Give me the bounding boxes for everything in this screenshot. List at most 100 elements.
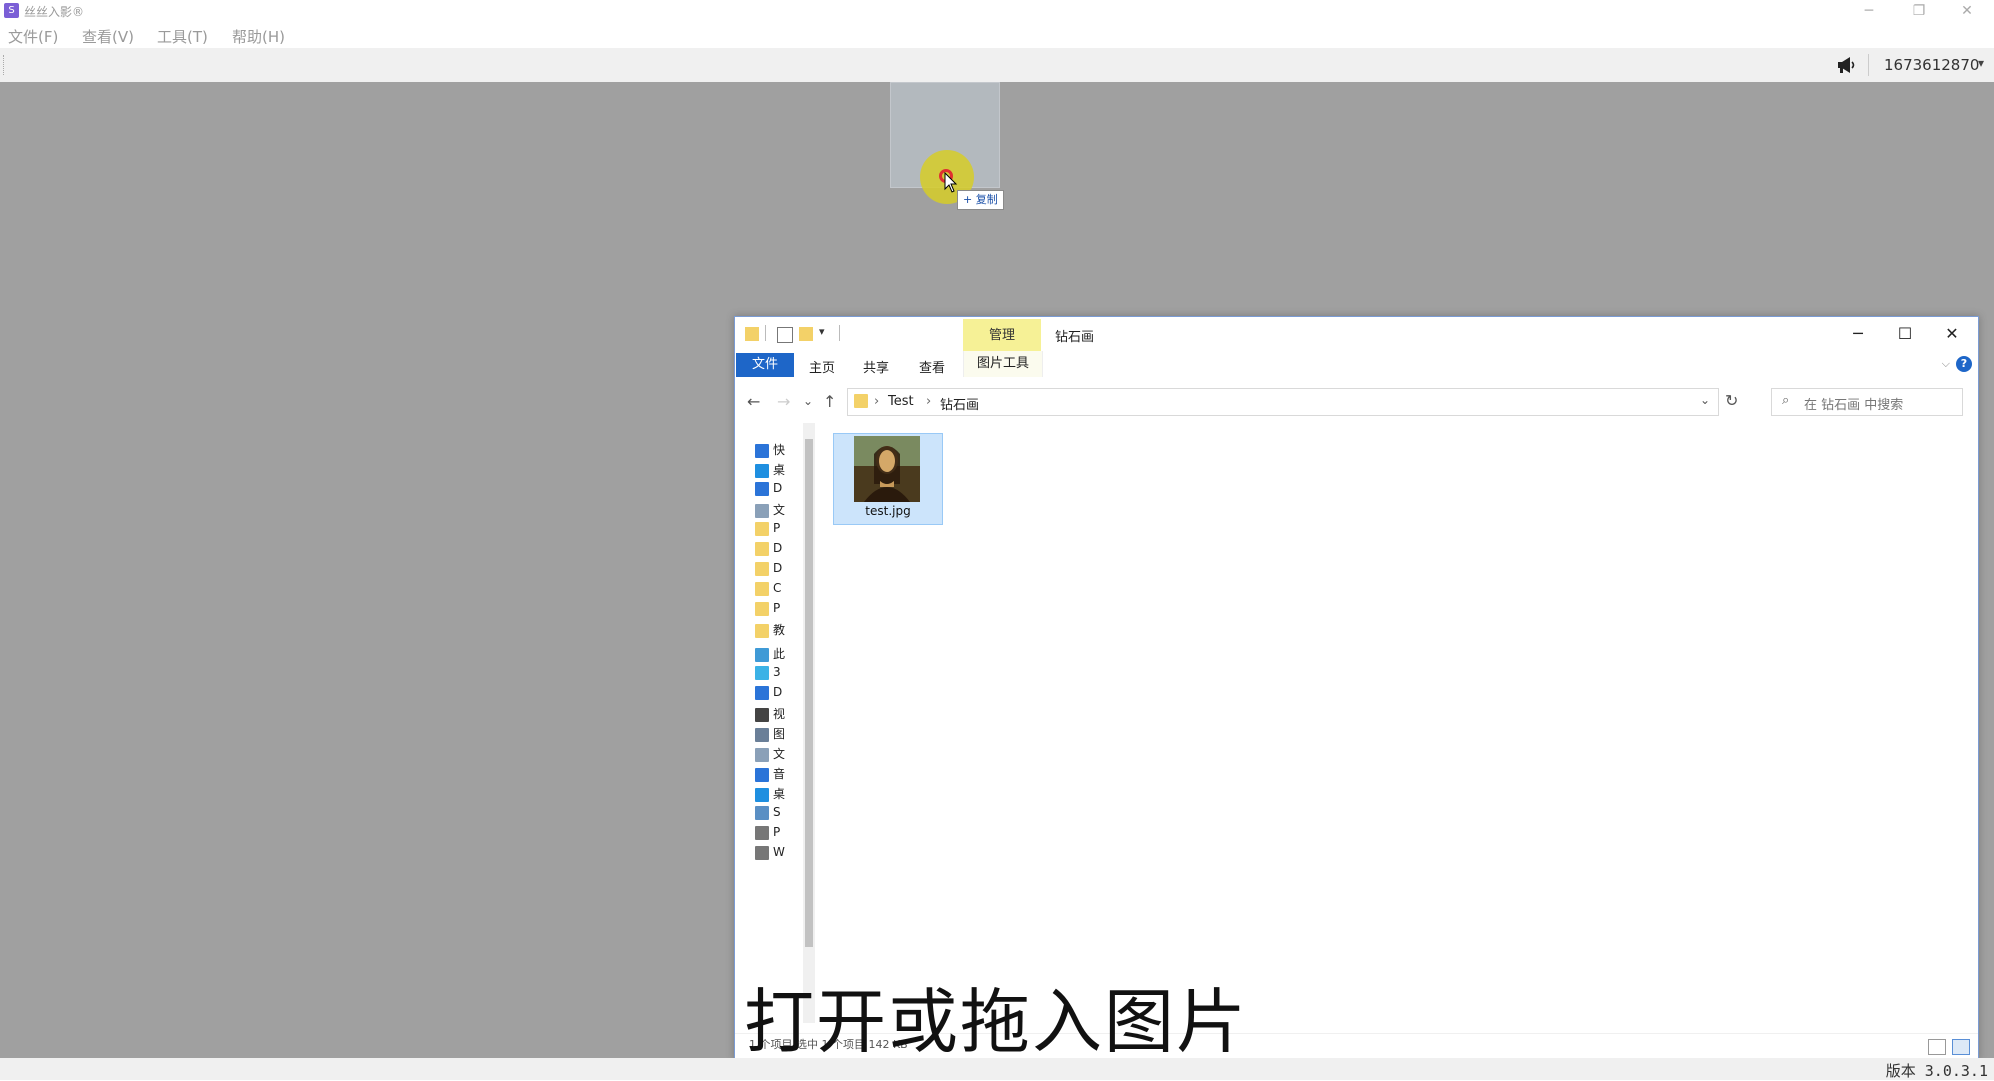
- address-dropdown-icon[interactable]: ⌄: [1700, 393, 1710, 407]
- user-account-label[interactable]: 1673612870: [1884, 56, 1979, 74]
- address-bar[interactable]: › Test › 钻石画 ⌄: [847, 388, 1719, 416]
- star-icon: [755, 443, 769, 458]
- nav-item-label: 音: [773, 767, 786, 781]
- nav-item-label: 图: [773, 727, 786, 741]
- menu-view[interactable]: 查看(V): [82, 26, 134, 47]
- ribbon-tabs: 文件 主页 共享 查看 图片工具 ⌵ ?: [735, 351, 1978, 380]
- file-thumbnail: [854, 436, 920, 502]
- app-title: 丝丝入影®: [24, 5, 85, 19]
- minimize-button[interactable]: ─: [1854, 2, 1884, 20]
- nav-scrollbar-thumb[interactable]: [805, 439, 813, 947]
- nav-item-label: D: [773, 541, 783, 555]
- crumb-separator[interactable]: ›: [874, 394, 879, 409]
- menu-help[interactable]: 帮助(H): [232, 26, 285, 47]
- qa-separator: [765, 325, 766, 341]
- back-arrow-icon[interactable]: ←: [747, 392, 760, 411]
- forward-arrow-icon[interactable]: →: [777, 392, 790, 411]
- folder-icon: [755, 541, 769, 556]
- tab-file[interactable]: 文件: [736, 353, 794, 377]
- up-arrow-icon[interactable]: ↑: [823, 392, 836, 411]
- expand-ribbon-icon[interactable]: ⌵: [1942, 357, 1950, 371]
- document-icon: [755, 747, 769, 762]
- subtitle-caption: 打开或拖入图片: [744, 981, 1248, 1063]
- refresh-icon[interactable]: ↻: [1725, 391, 1738, 410]
- tab-home[interactable]: 主页: [809, 357, 835, 376]
- drive-icon: [755, 825, 769, 840]
- folder-icon: [854, 394, 868, 408]
- nav-item-label: C: [773, 581, 782, 595]
- nav-item[interactable]: D: [755, 481, 782, 501]
- nav-item[interactable]: 教: [755, 621, 785, 641]
- new-folder-icon[interactable]: [799, 327, 813, 341]
- nav-item[interactable]: D: [755, 685, 782, 705]
- address-row: ← → ⌄ ↑ › Test › 钻石画 ⌄ ↻ ⌕ 在 钻石画 中搜索: [735, 379, 1978, 423]
- search-icon: ⌕: [1782, 393, 1790, 408]
- nav-item-label: P: [773, 601, 781, 615]
- explorer-title: 钻石画: [1055, 330, 1095, 345]
- explorer-minimize-button[interactable]: ─: [1838, 323, 1878, 345]
- video-icon: [755, 707, 769, 722]
- 3d-objects-icon: [755, 665, 769, 680]
- nav-item[interactable]: 桌: [755, 785, 785, 805]
- app-titlebar: S 丝丝入影® ─ ❐ ✕: [0, 0, 1994, 22]
- file-list-pane[interactable]: test.jpg: [817, 423, 1977, 1033]
- breadcrumb-diamond-painting[interactable]: 钻石画: [940, 394, 979, 413]
- nav-item[interactable]: D: [755, 541, 782, 561]
- menu-tools[interactable]: 工具(T): [157, 26, 208, 47]
- tab-manage[interactable]: 管理: [963, 319, 1041, 351]
- nav-item[interactable]: W: [755, 845, 785, 865]
- nav-item[interactable]: P: [755, 601, 780, 621]
- file-item-test-jpg[interactable]: test.jpg: [833, 433, 943, 525]
- nav-item-label: 文: [773, 503, 786, 517]
- explorer-close-button[interactable]: ✕: [1932, 323, 1972, 345]
- breadcrumb-test[interactable]: Test: [888, 394, 914, 409]
- chevron-down-icon[interactable]: ▾: [1978, 56, 1984, 70]
- nav-item-label: S: [773, 805, 781, 819]
- menu-file[interactable]: 文件(F): [8, 26, 58, 47]
- folder-icon: [755, 521, 769, 536]
- nav-item-label: 桌: [773, 463, 786, 477]
- nav-item-label: P: [773, 521, 781, 535]
- app-statusbar: 版本 3.0.3.1: [0, 1058, 1994, 1080]
- details-view-icon[interactable]: [1928, 1039, 1946, 1055]
- search-input[interactable]: ⌕ 在 钻石画 中搜索: [1771, 388, 1963, 416]
- computer-icon: [755, 647, 769, 662]
- nav-item[interactable]: 音: [755, 765, 785, 785]
- nav-item[interactable]: 快: [755, 441, 785, 461]
- drag-copy-badge: + 复制: [957, 190, 1004, 210]
- tab-view[interactable]: 查看: [919, 357, 945, 376]
- customize-qa-icon[interactable]: ▾: [819, 325, 825, 338]
- nav-item[interactable]: S: [755, 805, 781, 825]
- nav-item[interactable]: D: [755, 561, 782, 581]
- nav-item[interactable]: 3: [755, 665, 781, 685]
- explorer-maximize-button[interactable]: ☐: [1885, 323, 1925, 345]
- nav-item[interactable]: 文: [755, 501, 785, 521]
- document-icon: [755, 503, 769, 518]
- desktop-icon: [755, 787, 769, 802]
- mouse-pointer-icon: [944, 172, 958, 193]
- nav-item[interactable]: 视: [755, 705, 785, 725]
- large-icons-view-icon[interactable]: [1952, 1039, 1970, 1055]
- folder-icon: [755, 561, 769, 576]
- close-button[interactable]: ✕: [1952, 2, 1982, 20]
- tab-share[interactable]: 共享: [863, 357, 889, 376]
- megaphone-icon[interactable]: [1836, 56, 1856, 74]
- tab-picture-tools[interactable]: 图片工具: [963, 351, 1043, 377]
- help-icon[interactable]: ?: [1956, 356, 1972, 372]
- nav-item[interactable]: C: [755, 581, 781, 601]
- nav-item[interactable]: 图: [755, 725, 785, 745]
- explorer-titlebar: ▾ 管理 钻石画 ─ ☐ ✕: [735, 317, 1978, 351]
- system-drive-icon: [755, 805, 769, 820]
- folder-icon: [755, 623, 769, 638]
- toolbar-separator: [1868, 54, 1869, 76]
- navigation-pane[interactable]: 快桌D文PDDCP教此3D视图文音桌SPW: [735, 423, 815, 1033]
- properties-icon[interactable]: [777, 327, 793, 343]
- recent-locations-icon[interactable]: ⌄: [803, 394, 813, 408]
- nav-item[interactable]: P: [755, 521, 780, 541]
- nav-item[interactable]: 文: [755, 745, 785, 765]
- nav-item[interactable]: 此: [755, 645, 785, 665]
- nav-item[interactable]: P: [755, 825, 780, 845]
- crumb-separator[interactable]: ›: [926, 394, 931, 409]
- restore-button[interactable]: ❐: [1904, 2, 1934, 20]
- nav-item[interactable]: 桌: [755, 461, 785, 481]
